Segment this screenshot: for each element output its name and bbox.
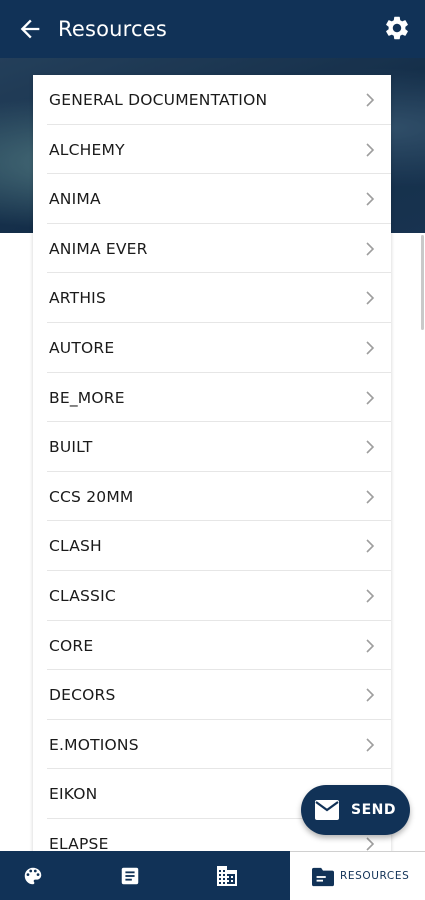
list-item[interactable]: ANIMA — [47, 174, 391, 224]
send-button[interactable]: SEND — [301, 785, 410, 835]
gear-icon[interactable] — [383, 14, 411, 42]
nav-item-documents[interactable] — [95, 851, 165, 900]
bottom-navigation: RESOURCES — [0, 851, 425, 900]
nav-item-resources[interactable]: RESOURCES — [290, 851, 425, 900]
list-item[interactable]: CLASH — [47, 521, 391, 571]
list-item[interactable]: ARTHIS — [47, 273, 391, 323]
list-item-label: AUTORE — [49, 338, 115, 357]
send-button-label: SEND — [351, 802, 396, 818]
nav-item-palette[interactable] — [0, 851, 70, 900]
app-bar: Resources — [0, 0, 425, 58]
list-item-label: DECORS — [49, 686, 116, 705]
list-item[interactable]: BE_MORE — [47, 373, 391, 423]
chevron-right-icon — [366, 589, 375, 603]
palette-icon — [24, 867, 42, 885]
list-item-label: CLASH — [49, 537, 102, 556]
chevron-right-icon — [366, 93, 375, 107]
page-title: Resources — [58, 17, 168, 41]
resource-list: GENERAL DOCUMENTATION ALCHEMY ANIMA ANIMA E… — [33, 75, 391, 900]
mail-icon — [315, 800, 339, 820]
list-item[interactable]: CORE — [47, 621, 391, 671]
list-item[interactable]: CLASSIC — [47, 571, 391, 621]
arrow-back-icon[interactable] — [16, 15, 44, 43]
list-item[interactable]: ANIMA EVER — [47, 224, 391, 274]
chevron-right-icon — [366, 341, 375, 355]
list-item-label: ARTHIS — [49, 289, 106, 308]
list-item-label: GENERAL DOCUMENTATION — [49, 91, 268, 109]
list-item[interactable]: AUTORE — [47, 323, 391, 373]
list-item-label: BE_MORE — [49, 388, 125, 407]
list-item-label: CORE — [49, 636, 94, 655]
chevron-right-icon — [366, 440, 375, 454]
list-item[interactable]: E.MOTIONS — [47, 720, 391, 770]
chevron-right-icon — [366, 192, 375, 206]
list-item[interactable]: DECORS — [47, 670, 391, 720]
list-item-label: EIKON — [49, 785, 98, 804]
list-item-label: ANIMA EVER — [49, 239, 148, 258]
list-item[interactable]: CCS 20MM — [47, 472, 391, 522]
list-item[interactable]: GENERAL DOCUMENTATION — [47, 75, 391, 125]
building-icon — [217, 866, 237, 886]
chevron-right-icon — [366, 490, 375, 504]
nav-item-buildings[interactable] — [190, 851, 265, 900]
chevron-right-icon — [366, 390, 375, 405]
folder-icon — [312, 867, 334, 887]
chevron-right-icon — [366, 638, 375, 653]
list-item-label: BUILT — [49, 438, 93, 457]
chevron-right-icon — [366, 539, 375, 553]
list-item[interactable]: ALCHEMY — [47, 125, 391, 175]
scrollbar[interactable] — [421, 235, 424, 330]
list-item-label: ALCHEMY — [49, 140, 125, 159]
list-item-label: ANIMA — [49, 190, 101, 209]
document-icon — [121, 867, 139, 885]
chevron-right-icon — [366, 688, 375, 702]
nav-label-resources: RESOURCES — [340, 870, 410, 882]
list-item-label: E.MOTIONS — [49, 735, 139, 754]
list-item-label: CCS 20MM — [49, 487, 134, 506]
chevron-right-icon — [366, 738, 375, 752]
chevron-right-icon — [366, 242, 375, 256]
chevron-right-icon — [366, 837, 375, 851]
list-item[interactable]: BUILT — [47, 422, 391, 472]
chevron-right-icon — [366, 143, 375, 157]
chevron-right-icon — [366, 291, 375, 305]
list-item-label: CLASSIC — [49, 586, 116, 605]
